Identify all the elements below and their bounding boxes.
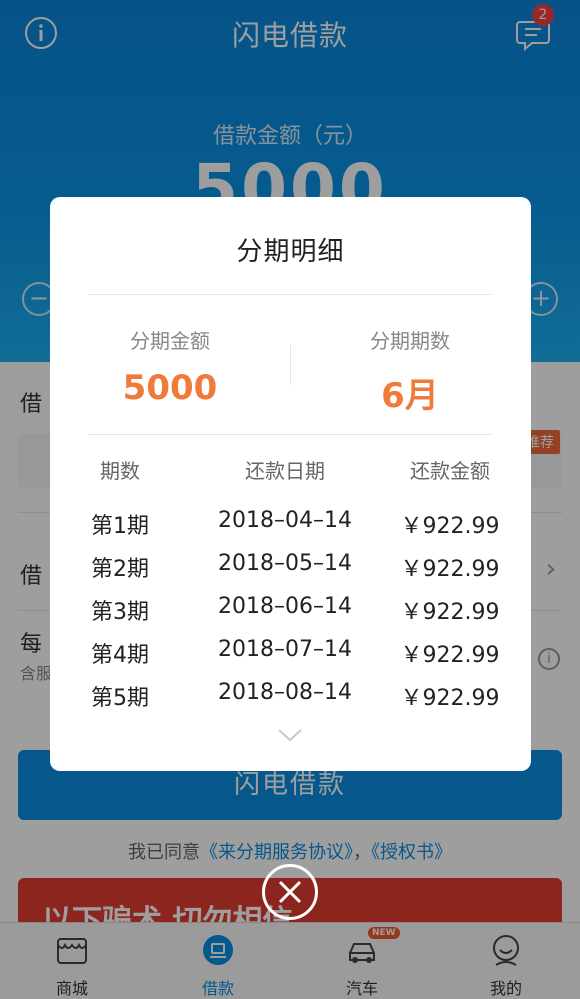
column-header-amount: 还款金额 xyxy=(410,459,490,483)
period-cell: 第3期 xyxy=(91,600,149,625)
period-cell: 第2期 xyxy=(91,557,149,582)
divider xyxy=(88,434,492,435)
table-row: 第5期 2018–08–14 ￥922.99 xyxy=(50,676,531,719)
installment-amount-value: 5000 xyxy=(122,368,218,408)
amount-cell: ￥922.99 xyxy=(400,643,500,668)
period-cell: 第5期 xyxy=(91,686,149,711)
installment-period-label: 分期期数 xyxy=(370,329,450,353)
amount-cell: ￥922.99 xyxy=(400,557,500,582)
divider xyxy=(88,294,492,295)
table-row: 第2期 2018–05–14 ￥922.99 xyxy=(50,547,531,590)
period-cell: 第1期 xyxy=(91,514,149,539)
installment-amount-label: 分期金额 xyxy=(130,329,210,353)
installment-period-value: 6月 xyxy=(381,376,439,416)
amount-cell: ￥922.99 xyxy=(400,514,500,539)
table-header: 期数 还款日期 还款金额 xyxy=(50,455,531,485)
summary-separator xyxy=(290,345,291,385)
period-cell: 第4期 xyxy=(91,643,149,668)
installment-table[interactable]: 第1期 2018–04–14 ￥922.99 第2期 2018–05–14 ￥9… xyxy=(50,504,531,719)
column-header-period: 期数 xyxy=(100,459,140,483)
screen: 闪电借款 2 借款金额（元） 5000 − + 借 推荐 借 › 每 含服 i … xyxy=(0,0,580,999)
date-cell: 2018–04–14 xyxy=(218,508,352,533)
close-dialog-button[interactable] xyxy=(262,864,318,920)
installment-period-block: 分期期数 6月 xyxy=(310,325,510,417)
installment-amount-block: 分期金额 5000 xyxy=(70,325,270,408)
table-row: 第4期 2018–07–14 ￥922.99 xyxy=(50,633,531,676)
column-header-date: 还款日期 xyxy=(245,459,325,483)
chevron-down-icon[interactable] xyxy=(276,727,304,743)
amount-cell: ￥922.99 xyxy=(400,600,500,625)
date-cell: 2018–06–14 xyxy=(218,594,352,619)
date-cell: 2018–07–14 xyxy=(218,637,352,662)
table-row: 第1期 2018–04–14 ￥922.99 xyxy=(50,504,531,547)
amount-cell: ￥922.99 xyxy=(400,686,500,711)
close-icon xyxy=(278,880,302,904)
date-cell: 2018–08–14 xyxy=(218,680,352,705)
installment-details-dialog: 分期明细 分期金额 5000 分期期数 6月 期数 还款日期 还款金额 第1期 … xyxy=(50,197,531,771)
table-row: 第3期 2018–06–14 ￥922.99 xyxy=(50,590,531,633)
dialog-title: 分期明细 xyxy=(236,237,345,267)
date-cell: 2018–05–14 xyxy=(218,551,352,576)
